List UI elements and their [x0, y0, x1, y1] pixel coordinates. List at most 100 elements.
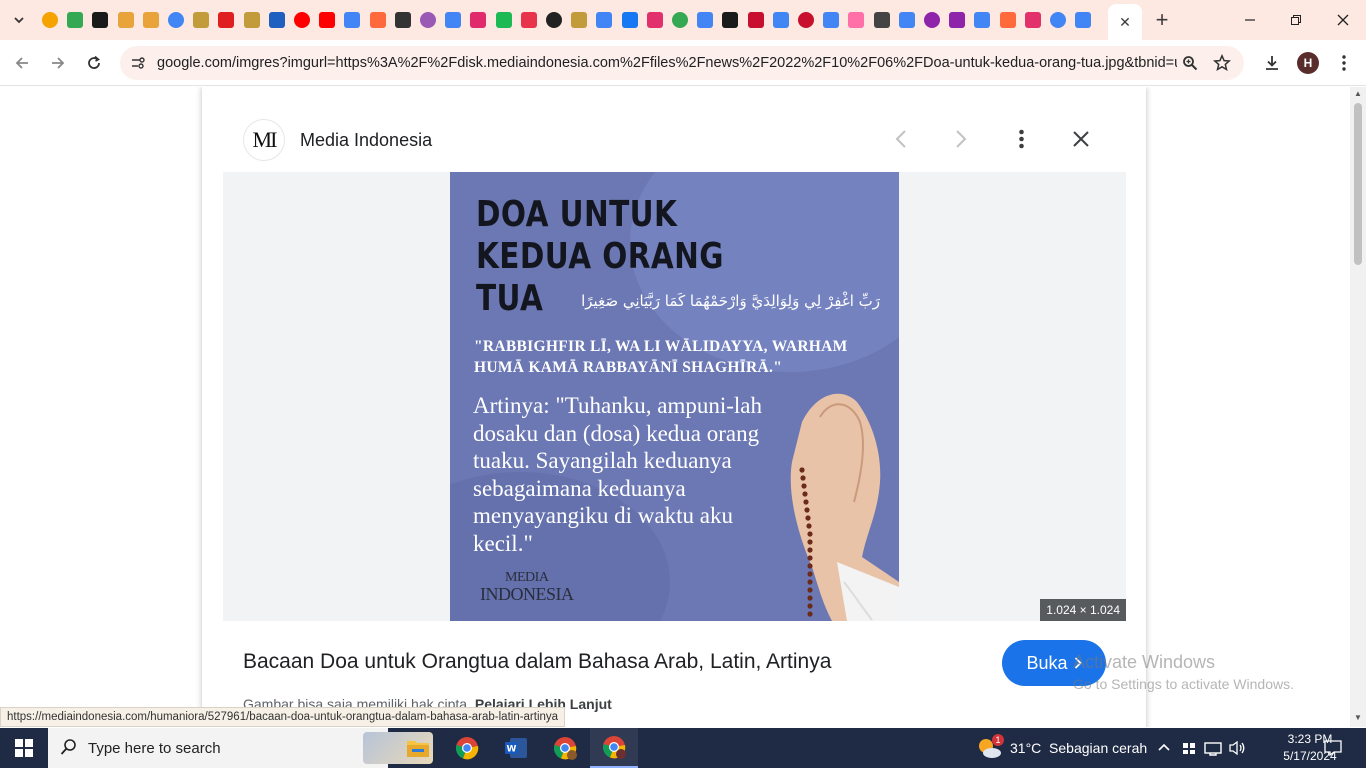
tab-favicon-icon[interactable]	[747, 12, 764, 28]
back-button[interactable]	[10, 51, 34, 75]
taskbar-word[interactable]: W	[492, 728, 540, 768]
tab-favicon-icon[interactable]	[621, 12, 638, 28]
tab-favicon-icon[interactable]	[369, 12, 386, 28]
tab-favicon-icon[interactable]	[142, 12, 159, 28]
poster-brand-line: INDONESIA	[480, 584, 574, 604]
tab-favicon-icon[interactable]	[1075, 12, 1092, 28]
profile-avatar[interactable]: H	[1297, 52, 1319, 74]
tab-favicon-icon[interactable]	[218, 12, 235, 28]
tab-favicon-icon[interactable]	[924, 12, 940, 28]
tab-favicon-icon[interactable]	[848, 12, 865, 28]
tab-favicon-icon[interactable]	[445, 12, 462, 28]
downloads-button[interactable]	[1260, 51, 1284, 75]
speaker-icon	[1229, 740, 1245, 756]
tab-favicon-icon[interactable]	[117, 12, 134, 28]
tab-favicon-icon[interactable]	[571, 12, 588, 28]
tab-favicon-icon[interactable]	[344, 12, 361, 28]
tab-favicon-icon[interactable]	[470, 12, 487, 28]
tab-favicon-icon[interactable]	[722, 12, 739, 28]
zoom-icon[interactable]	[1180, 53, 1200, 73]
tab-favicon-icon[interactable]	[1050, 12, 1066, 28]
tab-favicon-icon[interactable]	[772, 12, 789, 28]
notification-center-button[interactable]	[1324, 728, 1342, 768]
tab-favicon-icon[interactable]	[898, 12, 915, 28]
tab-search-button[interactable]	[6, 8, 32, 32]
show-hidden-icons[interactable]	[1157, 728, 1171, 768]
activate-windows-title: Activate Windows	[1073, 652, 1216, 672]
tab-favicon-icon[interactable]	[520, 12, 537, 28]
tab-favicon-icon[interactable]	[294, 12, 310, 28]
status-bar-link: https://mediaindonesia.com/humaniora/527…	[0, 707, 566, 727]
image-dimensions-badge: 1.024 × 1.024	[1040, 599, 1126, 621]
browser-menu-button[interactable]	[1332, 51, 1356, 75]
scroll-down-arrow-icon[interactable]: ▼	[1353, 713, 1363, 722]
start-button[interactable]	[0, 728, 48, 768]
previous-image-button[interactable]	[889, 127, 913, 151]
taskbar-chrome-profile[interactable]	[541, 728, 589, 768]
tab-favicon-icon[interactable]	[67, 12, 84, 28]
bookmark-star-icon[interactable]	[1212, 53, 1232, 73]
activate-windows-subtitle: Go to Settings to activate Windows.	[1073, 676, 1294, 692]
tab-favicon-icon[interactable]	[974, 12, 991, 28]
more-vert-icon	[1342, 55, 1346, 71]
tab-favicon-icon[interactable]	[596, 12, 613, 28]
restore-button[interactable]	[1284, 8, 1308, 32]
browser-toolbar: google.com/imgres?imgurl=https%3A%2F%2Fd…	[0, 40, 1366, 86]
page-scrollbar[interactable]: ▲ ▼	[1350, 87, 1366, 727]
site-info-icon[interactable]	[128, 53, 148, 73]
active-tab[interactable]: ✕	[1108, 4, 1142, 40]
tab-favicon-icon[interactable]	[268, 12, 285, 28]
taskbar-search-box[interactable]: Type here to search	[48, 728, 433, 768]
tab-favicon-icon[interactable]	[873, 12, 890, 28]
network-tray-icon[interactable]	[1204, 728, 1222, 768]
volume-tray-icon[interactable]	[1228, 728, 1246, 768]
preview-image[interactable]: DOA UNTUK KEDUA ORANG TUA رَبِّ اغْفِرْ …	[450, 172, 899, 621]
address-bar[interactable]: google.com/imgres?imgurl=https%3A%2F%2Fd…	[120, 46, 1244, 80]
taskbar-chrome-active[interactable]	[590, 728, 638, 768]
tab-favicon-icon[interactable]	[243, 12, 260, 28]
scrollbar-thumb[interactable]	[1354, 103, 1362, 265]
tab-favicon-icon[interactable]	[92, 12, 109, 28]
forward-button[interactable]	[46, 51, 70, 75]
tab-favicon-icon[interactable]	[420, 12, 436, 28]
tab-favicon-icon[interactable]	[394, 12, 411, 28]
minimize-icon	[1245, 19, 1255, 21]
tab-favicon-icon[interactable]	[798, 12, 814, 28]
tab-favicon-icon[interactable]	[1024, 12, 1041, 28]
url-text[interactable]: google.com/imgres?imgurl=https%3A%2F%2Fd…	[157, 55, 1177, 71]
tab-favicon-icon[interactable]	[949, 12, 966, 28]
taskbar-file-explorer[interactable]	[394, 728, 442, 768]
scroll-up-arrow-icon[interactable]: ▲	[1353, 89, 1363, 98]
tab-favicon-icon[interactable]	[319, 12, 336, 28]
minimize-button[interactable]	[1238, 8, 1262, 32]
source-name[interactable]: Media Indonesia	[300, 130, 432, 151]
more-vert-icon	[1018, 129, 1024, 149]
tab-favicon-icon[interactable]	[672, 12, 688, 28]
tab-favicon-icon[interactable]	[42, 12, 58, 28]
tab-favicon-icon[interactable]	[823, 12, 840, 28]
chrome-profile-icon	[554, 737, 577, 760]
weather-widget[interactable]: 1 31°C Sebagian cerah	[976, 728, 1147, 768]
close-preview-button[interactable]	[1069, 127, 1093, 151]
more-options-button[interactable]	[1009, 127, 1033, 151]
tab-favicon-icon[interactable]	[697, 12, 714, 28]
close-tab-icon[interactable]: ✕	[1119, 14, 1131, 31]
image-preview-panel: MI Media Indonesia DOA UNTUK KEDUA ORANG…	[202, 87, 1146, 727]
close-window-button[interactable]	[1331, 8, 1355, 32]
image-title[interactable]: Bacaan Doa untuk Orangtua dalam Bahasa A…	[243, 650, 831, 674]
tab-favicon-icon[interactable]	[168, 12, 184, 28]
tab-favicon-icon[interactable]	[646, 12, 663, 28]
tab-favicon-icon[interactable]	[193, 12, 210, 28]
next-image-button[interactable]	[949, 127, 973, 151]
restore-icon	[1291, 15, 1301, 25]
image-viewer[interactable]: DOA UNTUK KEDUA ORANG TUA رَبِّ اغْفِرْ …	[223, 172, 1126, 621]
arrow-right-icon	[52, 57, 65, 69]
tab-favicon-icon[interactable]	[546, 12, 562, 28]
taskbar-chrome[interactable]	[443, 728, 491, 768]
source-logo[interactable]: MI	[243, 119, 285, 161]
tab-favicon-icon[interactable]	[999, 12, 1016, 28]
new-tab-button[interactable]: +	[1150, 7, 1174, 32]
tab-favicon-icon[interactable]	[495, 12, 512, 28]
reload-button[interactable]	[82, 51, 106, 75]
security-tray-icon[interactable]	[1181, 728, 1197, 768]
